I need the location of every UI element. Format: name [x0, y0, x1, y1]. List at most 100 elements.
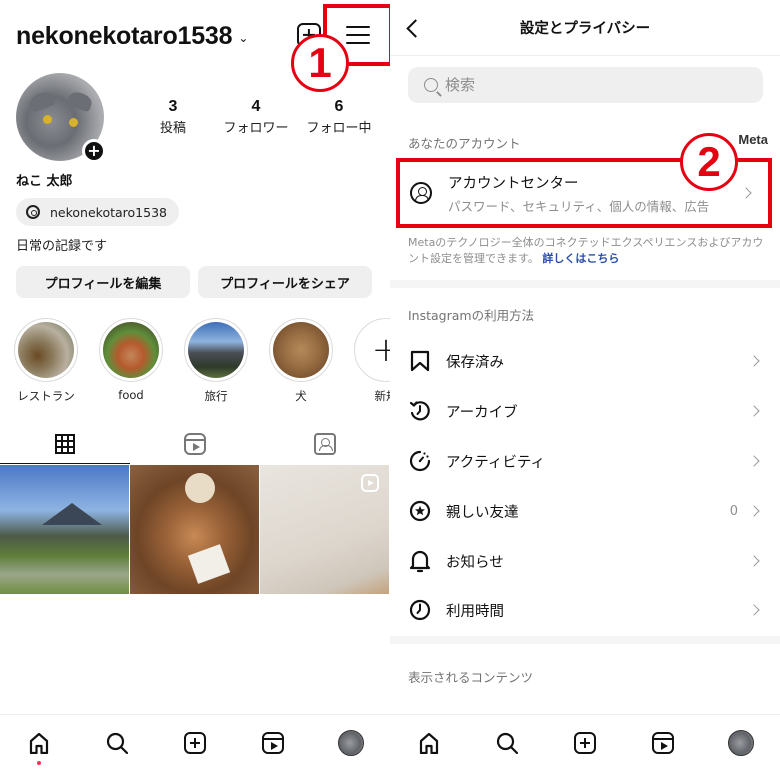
close-friends-count: 0 [729, 503, 738, 519]
bookmark-icon [408, 349, 432, 373]
post-thumbnail[interactable] [130, 465, 259, 594]
learn-more-link[interactable]: 詳しくはこちら [542, 252, 619, 265]
settings-screen: 設定とプライバシー あなたのアカウント Meta アカウントセンター パスワード… [390, 0, 780, 770]
menu-item-label: お知らせ [446, 554, 504, 571]
bio: 日常の記録です [16, 239, 108, 254]
highlight-label: レストラン [17, 389, 75, 403]
nav-profile[interactable] [721, 723, 761, 763]
stat-label: フォロワー [223, 121, 289, 136]
menu-item-label: アーカイブ [446, 404, 518, 421]
nav-home[interactable] [409, 723, 449, 763]
bottom-nav [390, 714, 780, 770]
profile-avatar-icon [338, 729, 364, 756]
page-title: 設定とプライバシー [519, 21, 651, 37]
menu-item-label: 保存済み [446, 354, 504, 371]
menu-item-label: 親しい友達 [446, 504, 519, 521]
username[interactable]: nekonekotaro1538 [16, 22, 233, 51]
stat-value: 3 [168, 98, 178, 115]
menu-item-notifications[interactable]: お知らせ [390, 536, 780, 586]
add-story-icon[interactable]: + [82, 139, 106, 163]
highlight-thumbnail [103, 322, 159, 378]
bell-icon [408, 549, 432, 573]
chevron-right-icon [748, 604, 760, 616]
bottom-nav [0, 714, 390, 770]
posts-grid [0, 465, 390, 594]
chevron-right-icon [748, 355, 760, 367]
tagged-icon [314, 433, 336, 455]
chevron-left-icon [405, 18, 425, 38]
menu-item-label: アクティビティ [446, 454, 546, 471]
profile-actions: プロフィールを編集 プロフィールをシェア [16, 266, 372, 298]
chevron-right-icon [748, 455, 760, 467]
settings-search[interactable] [408, 67, 763, 103]
highlight-item[interactable]: レストラン [14, 318, 78, 404]
search-input[interactable] [445, 76, 735, 94]
menu-item-close-friends[interactable]: 親しい友達 0 [390, 486, 780, 536]
profile-screen: nekonekotaro1538 ⌄ 1 + 3 投稿 4 フォロワー 6 フォ… [0, 0, 390, 770]
new-highlight-button[interactable]: + 新規 [354, 318, 390, 404]
menu-item-label: 利用時間 [446, 603, 504, 620]
display-name: ねこ 太郎 [16, 174, 73, 189]
grid-icon [55, 434, 75, 454]
nav-create[interactable] [175, 723, 215, 763]
nav-home[interactable] [19, 723, 59, 765]
edit-profile-button[interactable]: プロフィールを編集 [16, 266, 190, 298]
account-center-description: Metaのテクノロジー全体のコネクテッドエクスペリエンスおよびアカウント設定を管… [408, 235, 768, 267]
highlight-label: 旅行 [204, 389, 228, 403]
clock-icon [408, 598, 432, 622]
threads-icon [26, 205, 40, 219]
section-label-usage: Instagramの利用方法 [408, 308, 535, 323]
section-divider [390, 636, 780, 644]
menu-item-saved[interactable]: 保存済み [390, 336, 780, 386]
stat-label: 投稿 [159, 121, 186, 136]
highlight-item[interactable]: 犬 [269, 318, 333, 404]
tab-grid[interactable] [0, 424, 130, 464]
nav-reels[interactable] [643, 723, 683, 763]
section-divider [390, 280, 780, 288]
home-icon [29, 732, 49, 754]
activity-icon [408, 449, 432, 473]
stat-posts[interactable]: 3 投稿 [140, 98, 206, 136]
chevron-right-icon [748, 505, 760, 517]
stat-following[interactable]: 6 フォロー中 [306, 98, 372, 136]
create-icon [184, 731, 206, 754]
nav-search[interactable] [97, 723, 137, 763]
settings-header: 設定とプライバシー [390, 0, 780, 56]
highlight-item[interactable]: 旅行 [184, 318, 248, 404]
highlight-item[interactable]: food [99, 318, 163, 404]
chevron-right-icon [748, 555, 760, 567]
nav-search[interactable] [487, 723, 527, 763]
menu-item-time-spent[interactable]: 利用時間 [390, 585, 780, 635]
tab-tagged[interactable] [260, 424, 390, 464]
search-icon [424, 78, 438, 92]
reel-badge-icon [361, 474, 379, 492]
archive-icon [408, 399, 432, 423]
chevron-right-icon [748, 405, 760, 417]
nav-reels[interactable] [253, 723, 293, 763]
close-friends-icon [408, 499, 432, 523]
reels-icon [262, 731, 284, 754]
nav-profile[interactable] [331, 723, 371, 763]
menu-item-archive[interactable]: アーカイブ [390, 386, 780, 436]
threads-link[interactable]: nekonekotaro1538 [16, 198, 179, 226]
profile-avatar-icon [728, 729, 754, 756]
search-icon [496, 732, 518, 754]
highlight-thumbnail [18, 322, 74, 378]
share-profile-button[interactable]: プロフィールをシェア [198, 266, 372, 298]
nav-create[interactable] [565, 723, 605, 763]
profile-stats: 3 投稿 4 フォロワー 6 フォロー中 [140, 98, 380, 136]
notification-dot [37, 760, 41, 765]
menu-item-activity[interactable]: アクティビティ [390, 436, 780, 486]
stat-label: フォロー中 [306, 121, 372, 136]
stat-followers[interactable]: 4 フォロワー [206, 98, 306, 136]
back-button[interactable] [400, 14, 425, 42]
highlight-thumbnail [188, 322, 244, 378]
section-label-content: 表示されるコンテンツ [408, 670, 534, 685]
stat-value: 6 [334, 98, 344, 115]
tab-reels[interactable] [130, 424, 260, 464]
post-thumbnail[interactable] [0, 465, 129, 594]
post-thumbnail[interactable] [260, 465, 389, 594]
chevron-down-icon[interactable]: ⌄ [238, 31, 248, 45]
reels-icon [184, 433, 206, 455]
profile-tabs [0, 424, 390, 464]
